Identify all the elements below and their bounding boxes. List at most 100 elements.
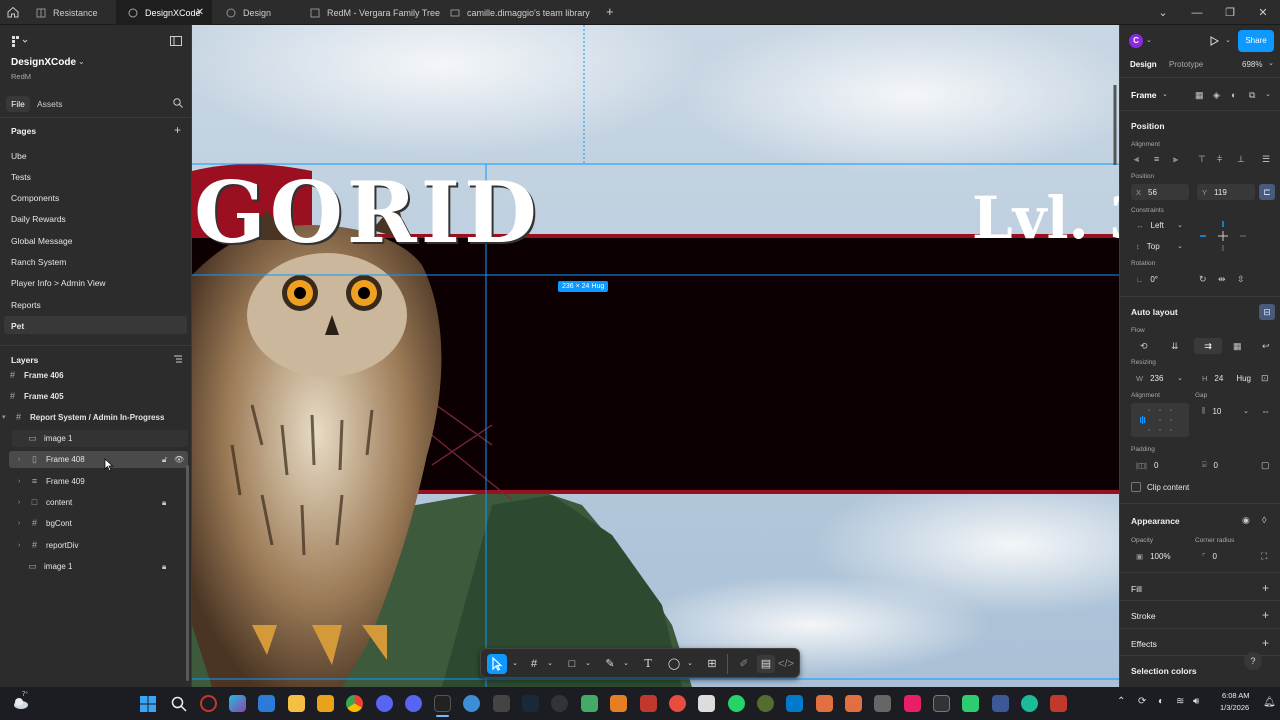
ignore-auto-layout-icon[interactable]: ⊏ <box>1259 184 1275 200</box>
effects-heading[interactable]: Effects <box>1131 639 1157 649</box>
vertical-padding-field[interactable]: ⌸ 0 <box>1197 457 1255 473</box>
add-effect-icon[interactable]: + <box>1262 636 1269 650</box>
avatar[interactable]: C <box>1129 34 1143 48</box>
align-middle-icon[interactable]: ⫩ <box>1217 154 1222 164</box>
layer-row[interactable]: ▾ # Report System / Admin In-Progress <box>2 407 182 427</box>
app-copilot-icon[interactable] <box>229 695 246 712</box>
vertical-constraint-select[interactable]: ↕ Top ⌄ <box>1131 238 1189 254</box>
tab-assets[interactable]: Assets <box>37 99 63 109</box>
chevron-down-icon[interactable]: ⌄ <box>1265 90 1271 100</box>
volume-icon[interactable]: 🔊︎ <box>1193 696 1199 707</box>
wrap-icon[interactable]: ↩ <box>1262 341 1270 351</box>
layer-row[interactable]: ▭ image 1 <box>28 428 208 448</box>
corner-radius-field[interactable]: ⌜ 0 <box>1197 548 1255 564</box>
app-tray-icon[interactable]: ◐ <box>1158 696 1164 707</box>
close-window-icon[interactable]: ✕ <box>1246 0 1280 25</box>
search-icon[interactable] <box>173 98 183 108</box>
tab-file[interactable]: File <box>6 96 30 112</box>
app-icon[interactable] <box>551 695 568 712</box>
move-tool[interactable] <box>487 654 507 674</box>
selection-colors-heading[interactable]: Selection colors <box>1131 666 1197 676</box>
align-center-icon[interactable]: ≡ <box>1154 154 1159 164</box>
dev-mode-icon[interactable]: </> <box>777 655 795 673</box>
app-icon[interactable] <box>493 695 510 712</box>
clip-content-checkbox[interactable] <box>1131 482 1141 492</box>
present-icon[interactable] <box>1209 36 1219 46</box>
chrome-icon[interactable] <box>346 695 363 712</box>
sidebar-toggle-icon[interactable] <box>170 36 182 46</box>
tab-design-panel[interactable]: Design <box>1130 60 1157 69</box>
add-stroke-icon[interactable]: + <box>1262 608 1269 622</box>
wifi-icon[interactable]: ≋ <box>1176 696 1184 707</box>
page-item[interactable]: Ube <box>11 151 27 161</box>
tab-design[interactable]: Design <box>214 0 298 25</box>
chevron-down-icon[interactable]: ⌄ <box>1162 90 1168 98</box>
add-fill-icon[interactable]: + <box>1262 581 1269 595</box>
gap-field[interactable]: ⫼ 10 ⌄ <box>1197 403 1255 419</box>
layer-row[interactable]: ▭ image 1 <box>28 556 208 576</box>
app-icon[interactable] <box>1050 695 1067 712</box>
page-item[interactable]: Tests <box>11 172 31 182</box>
notification-icon[interactable]: 🔔︎ <box>1263 697 1276 708</box>
app-icon[interactable] <box>904 695 921 712</box>
zoom-level[interactable]: 698% <box>1242 60 1262 69</box>
x-position-field[interactable]: X 56 <box>1131 184 1189 200</box>
chevron-down-icon[interactable]: ⌄ <box>1146 0 1180 25</box>
page-item[interactable]: Player Info > Admin View <box>11 278 106 288</box>
calculator-icon[interactable] <box>874 695 891 712</box>
eye-icon[interactable]: ◉ <box>1242 515 1250 525</box>
lock-icon[interactable]: 🔓︎ <box>162 455 167 465</box>
windows-start-icon[interactable] <box>140 696 156 712</box>
close-tab-icon[interactable]: ✕ <box>196 7 204 18</box>
gap-settings-icon[interactable]: ⇔ <box>1261 406 1270 416</box>
figma-icon[interactable] <box>434 695 451 712</box>
sync-icon[interactable]: ⟳ <box>1138 696 1146 707</box>
drop-icon[interactable]: ◊ <box>1262 515 1266 525</box>
app-icon[interactable] <box>610 695 627 712</box>
chevron-down-icon[interactable]: ⌄ <box>681 655 699 673</box>
chevron-right-icon[interactable]: › <box>18 542 26 549</box>
rotation-field[interactable]: ∟ 0° <box>1131 271 1189 287</box>
page-item[interactable]: Components <box>11 193 59 203</box>
steam-icon[interactable] <box>522 695 539 712</box>
whatsapp-icon[interactable] <box>728 695 745 712</box>
chevron-down-icon[interactable]: ⌄ <box>1268 59 1274 67</box>
lock-icon[interactable]: 🔒︎ <box>162 562 166 572</box>
chevron-up-icon[interactable]: ⌃ <box>1117 696 1125 707</box>
minimize-icon[interactable]: — <box>1180 0 1214 25</box>
file-explorer-icon[interactable] <box>288 695 305 712</box>
eye-icon[interactable]: 👁︎ <box>174 455 184 464</box>
discord-ptb-icon[interactable] <box>405 695 422 712</box>
app-icon[interactable] <box>757 695 774 712</box>
layer-row[interactable]: › # bgCont <box>18 513 198 533</box>
horizontal-constraint-select[interactable]: ↔ Left ⌄ <box>1131 217 1189 233</box>
search-icon[interactable] <box>171 696 187 712</box>
frame-type-label[interactable]: Frame <box>1131 90 1157 100</box>
app-icon[interactable] <box>962 695 979 712</box>
app-sublime-icon[interactable] <box>317 695 334 712</box>
file-name[interactable]: DesignXCode <box>11 57 76 68</box>
tab-redm-family-tree[interactable]: RedM - Vergara Family Tree <box>298 0 448 25</box>
chevron-down-icon[interactable]: ⌄ <box>579 655 597 673</box>
discord-icon[interactable] <box>376 695 393 712</box>
boolean-icon[interactable]: ⧉ <box>1249 90 1255 100</box>
collapse-layers-icon[interactable] <box>173 354 183 364</box>
chevron-right-icon[interactable]: › <box>18 520 26 527</box>
terminal-icon[interactable] <box>933 695 950 712</box>
alignment-grid[interactable] <box>1131 403 1189 437</box>
flow-horizontal-icon[interactable]: ⇉ <box>1194 338 1222 354</box>
share-button[interactable]: Share <box>1238 30 1274 52</box>
app-icon[interactable] <box>640 695 657 712</box>
y-position-field[interactable]: Y 119 <box>1197 184 1255 200</box>
app-icon[interactable] <box>845 695 862 712</box>
layer-row[interactable]: # Frame 406 <box>8 365 188 385</box>
maximize-icon[interactable]: ❐ <box>1213 0 1247 25</box>
page-item-pet[interactable]: Pet <box>11 321 24 331</box>
new-tab-icon[interactable]: + <box>606 5 618 19</box>
flip-horizontal-icon[interactable]: ⇹ <box>1218 274 1226 284</box>
chevron-right-icon[interactable]: › <box>18 456 26 463</box>
tab-prototype[interactable]: Prototype <box>1169 60 1203 69</box>
auto-layout-settings-icon[interactable]: ⊟ <box>1259 304 1275 320</box>
tab-team-library[interactable]: camille.dimaggio's team library <box>438 0 604 25</box>
notion-icon[interactable] <box>698 695 715 712</box>
